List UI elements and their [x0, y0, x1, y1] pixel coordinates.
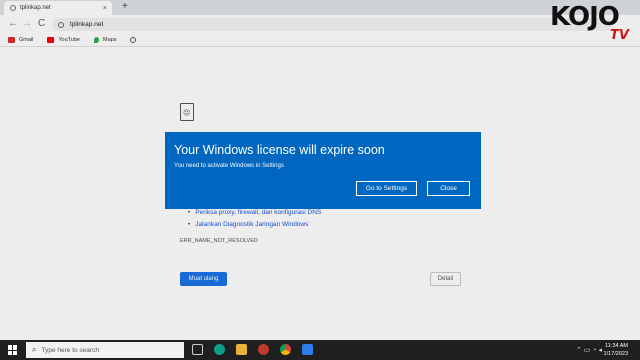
logo-text: KOJO — [550, 2, 620, 32]
system-tray-icons[interactable]: ⌃ ▭ ◔ ◂ — [576, 346, 602, 354]
search-placeholder: Type here to search — [41, 346, 99, 354]
close-button[interactable]: Close — [427, 181, 470, 196]
taskbar: ⌕ Type here to search ⌃ ▭ ◔ ◂ 11:34 AM 1… — [0, 340, 640, 360]
taskbar-search[interactable]: ⌕ Type here to search — [26, 342, 184, 358]
search-icon: ⌕ — [32, 345, 37, 354]
time: 11:34 AM — [605, 343, 628, 349]
file-explorer-icon[interactable] — [236, 344, 247, 355]
dialog-subtitle: You need to activate Windows in Settings — [174, 163, 284, 169]
edge-icon[interactable] — [214, 344, 225, 355]
dialog-title: Your Windows license will expire soon — [174, 143, 385, 157]
kojo-tv-logo: KOJO TV — [548, 0, 636, 48]
license-dialog: Your Windows license will expire soon Yo… — [165, 132, 481, 209]
clock[interactable]: 11:34 AM 1/17/2023 — [604, 342, 628, 358]
windows-start-icon[interactable] — [8, 345, 18, 355]
task-view-icon[interactable] — [192, 344, 203, 355]
date: 1/17/2023 — [603, 351, 628, 357]
app-icon[interactable] — [258, 344, 269, 355]
logo-tv: TV — [610, 28, 629, 43]
app-icon[interactable] — [302, 344, 313, 355]
chrome-icon[interactable] — [280, 344, 291, 355]
go-to-settings-button[interactable]: Go to Settings — [356, 181, 417, 196]
